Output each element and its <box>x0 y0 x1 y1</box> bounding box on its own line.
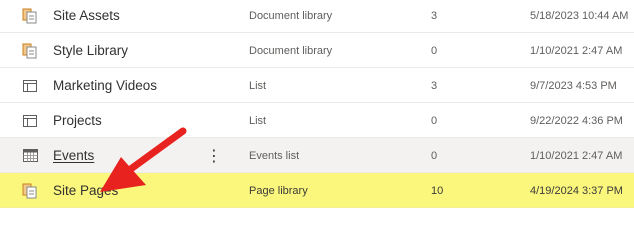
last-modified: 1/10/2021 2:47 AM <box>530 149 623 162</box>
list-type: Events list <box>249 149 300 162</box>
item-count: 0 <box>431 44 438 57</box>
list-type: Document library <box>249 9 333 22</box>
document-library-icon <box>21 33 39 68</box>
last-modified: 4/19/2024 3:37 PM <box>530 184 623 197</box>
list-name[interactable]: Marketing Videos <box>53 68 157 103</box>
list-row-marketing-videos[interactable]: Marketing Videos List 3 9/7/2023 4:53 PM <box>0 68 634 103</box>
list-row-site-pages[interactable]: Site Pages Page library 10 4/19/2024 3:3… <box>0 173 634 208</box>
list-icon <box>21 103 39 138</box>
list-type: List <box>249 79 267 92</box>
item-count: 0 <box>431 149 438 162</box>
list-row-style-library[interactable]: Style Library Document library 0 1/10/20… <box>0 33 634 68</box>
list-icon <box>21 68 39 103</box>
more-actions-icon[interactable]: ⋮ <box>206 138 222 173</box>
list-name[interactable]: Style Library <box>53 33 128 68</box>
document-library-icon <box>21 0 39 33</box>
item-count: 0 <box>431 114 438 127</box>
list-name[interactable]: Site Assets <box>53 0 120 33</box>
list-row-site-assets[interactable]: Site Assets Document library 3 5/18/2023… <box>0 0 634 33</box>
last-modified: 9/7/2023 4:53 PM <box>530 79 617 92</box>
calendar-icon <box>21 138 39 173</box>
item-count: 10 <box>431 184 444 197</box>
list-name-link[interactable]: Events <box>53 138 94 173</box>
last-modified: 5/18/2023 10:44 AM <box>530 9 629 22</box>
list-row-projects[interactable]: Projects List 0 9/22/2022 4:36 PM <box>0 103 634 138</box>
list-type: List <box>249 114 267 127</box>
list-type: Page library <box>249 184 308 197</box>
list-type: Document library <box>249 44 333 57</box>
last-modified: 9/22/2022 4:36 PM <box>530 114 623 127</box>
list-name[interactable]: Site Pages <box>53 173 118 208</box>
item-count: 3 <box>431 9 438 22</box>
last-modified: 1/10/2021 2:47 AM <box>530 44 623 57</box>
document-library-icon <box>21 173 39 208</box>
list-name[interactable]: Projects <box>53 103 102 138</box>
item-count: 3 <box>431 79 438 92</box>
list-row-events[interactable]: Events ⋮ Events list 0 1/10/2021 2:47 AM <box>0 138 634 173</box>
